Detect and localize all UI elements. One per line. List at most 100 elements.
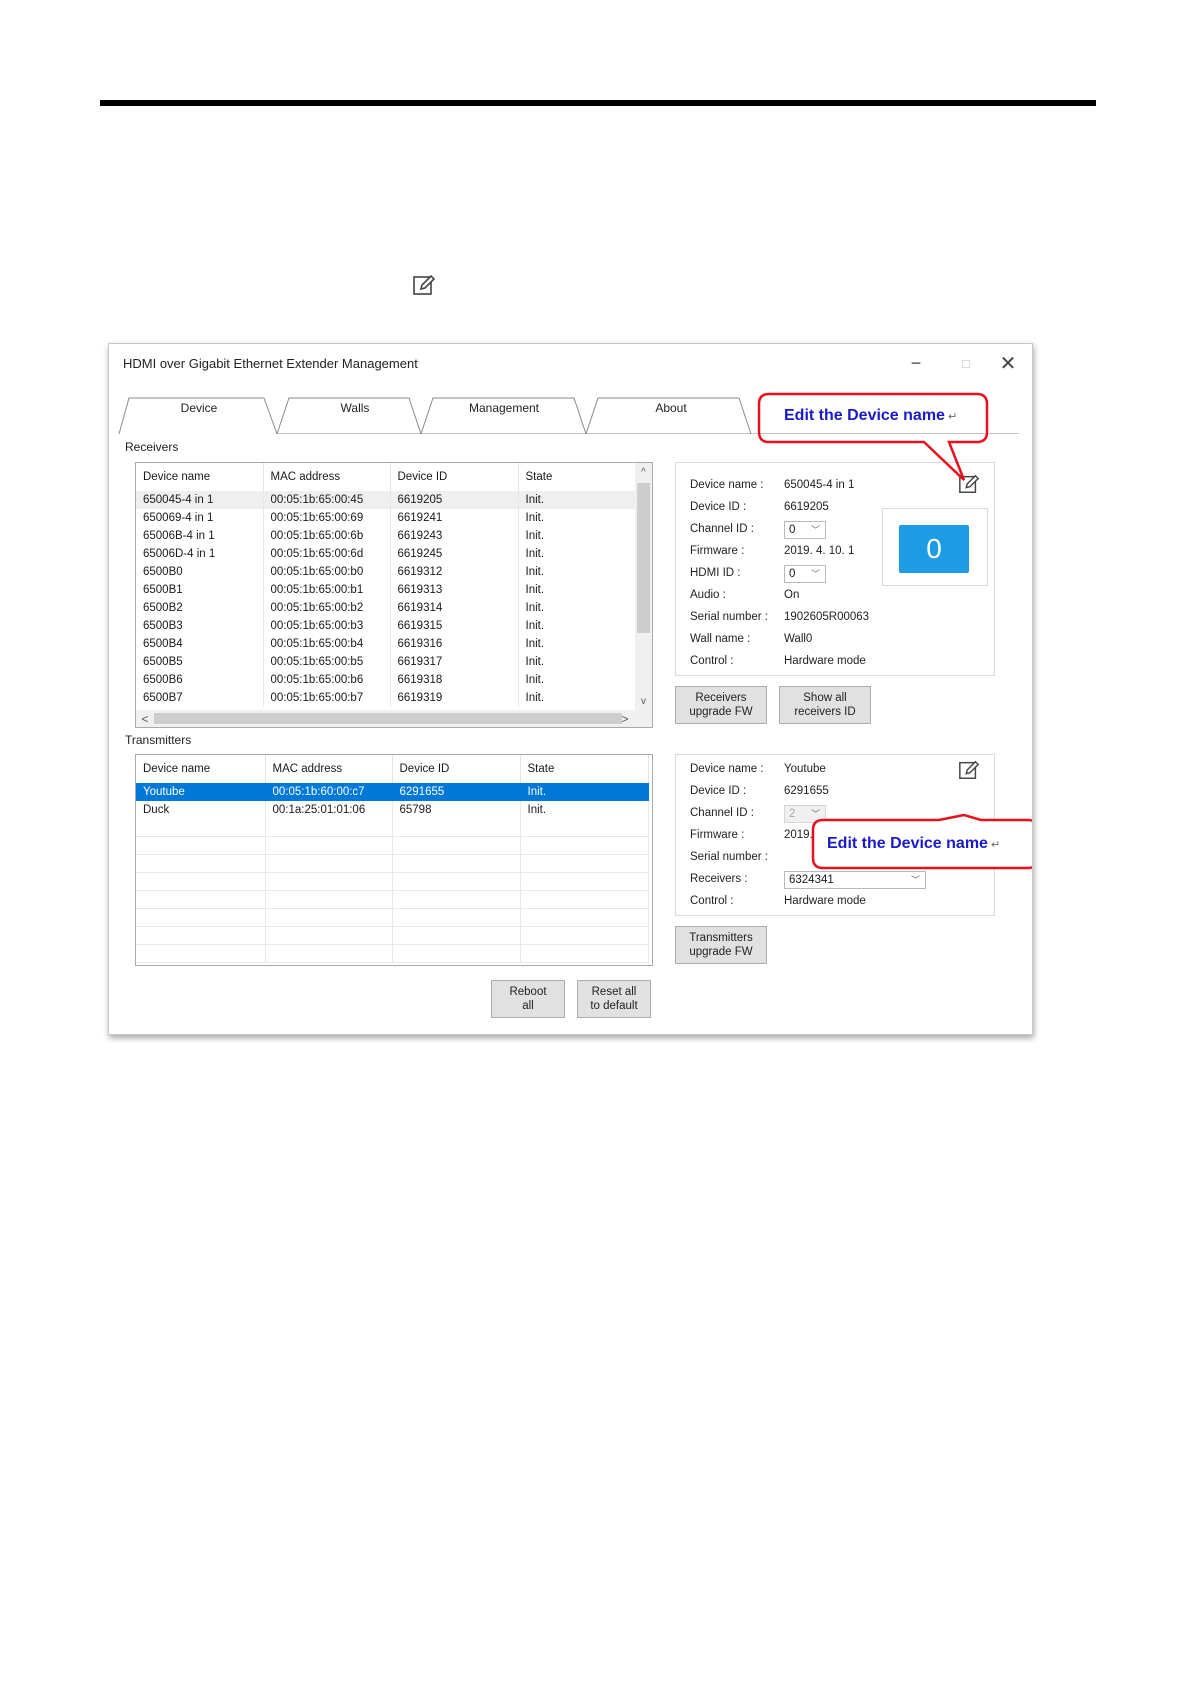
label-device-id: Device ID :	[690, 785, 747, 797]
column-header[interactable]: Device name	[136, 463, 264, 491]
empty-row	[136, 908, 649, 927]
column-header[interactable]: Device ID	[390, 463, 519, 491]
empty-cell	[136, 890, 266, 909]
column-header[interactable]: State	[520, 755, 649, 783]
table-cell: 00:05:1b:65:00:b2	[263, 599, 391, 617]
table-cell: 00:1a:25:01:01:06	[265, 801, 393, 819]
table-cell: 00:05:1b:65:00:b7	[263, 689, 391, 707]
table-row[interactable]: 6500B2 00:05:1b:65:00:b2 6619314 Init.	[136, 599, 636, 617]
minimize-icon[interactable]: −	[901, 350, 931, 376]
reboot-all-button[interactable]: Reboot all	[491, 980, 565, 1018]
label-firmware: Firmware :	[690, 829, 745, 841]
table-cell: 6500B3	[136, 617, 264, 635]
edit-device-name-icon[interactable]	[958, 759, 980, 781]
transmitters-grid[interactable]: Device name MAC address Device ID State …	[135, 754, 653, 966]
table-row[interactable]: 650069-4 in 1 00:05:1b:65:00:69 6619241 Ini…	[136, 509, 636, 527]
hdmi-id-value: 0	[789, 568, 796, 580]
table-row[interactable]: 6500B6 00:05:1b:65:00:b6 6619318 Init.	[136, 671, 636, 689]
label-channel-id: Channel ID :	[690, 807, 754, 819]
transmitters-upgrade-fw-button[interactable]: Transmitters upgrade FW	[675, 926, 767, 964]
table-cell: Init.	[518, 509, 636, 527]
table-row[interactable]: 650045-4 in 1 00:05:1b:65:00:45 6619205 Ini…	[136, 491, 636, 509]
show-all-receivers-id-button[interactable]: Show all receivers ID	[779, 686, 871, 724]
empty-cell	[265, 836, 393, 855]
edit-device-name-icon[interactable]	[958, 473, 980, 495]
reset-all-to-default-button[interactable]: Reset all to default	[577, 980, 651, 1018]
empty-cell	[392, 908, 521, 927]
empty-row	[136, 872, 649, 891]
receivers-upgrade-fw-button[interactable]: Receivers upgrade FW	[675, 686, 767, 724]
column-header[interactable]: Device ID	[392, 755, 521, 783]
empty-row	[136, 854, 649, 873]
empty-cell	[136, 926, 266, 945]
column-header[interactable]: MAC address	[265, 755, 393, 783]
table-row[interactable]: 6500B1 00:05:1b:65:00:b1 6619313 Init.	[136, 581, 636, 599]
receivers-select[interactable]: 6324341 ﹀	[784, 871, 926, 889]
receivers-grid[interactable]: Device name MAC address Device ID State …	[135, 462, 653, 728]
table-row[interactable]: 65006B-4 in 1 00:05:1b:65:00:6b 6619243 Ini…	[136, 527, 636, 545]
table-cell: 6291655	[392, 783, 521, 801]
button-label: receivers ID	[794, 706, 856, 718]
scroll-left-icon[interactable]: <	[136, 710, 154, 727]
table-row[interactable]: Duck 00:1a:25:01:01:06 65798 Init.	[136, 801, 649, 819]
column-header[interactable]: MAC address	[263, 463, 391, 491]
table-cell: 6619314	[390, 599, 519, 617]
receivers-vscrollbar[interactable]: ^ v	[635, 463, 652, 710]
table-cell: Init.	[518, 527, 636, 545]
label-device-name: Device name :	[690, 763, 764, 775]
table-cell: Youtube	[136, 783, 266, 801]
table-cell: Init.	[518, 653, 636, 671]
tab-management[interactable]: Management	[434, 401, 574, 415]
table-row[interactable]: 65006D-4 in 1 00:05:1b:65:00:6d 6619245 Ini…	[136, 545, 636, 563]
label-receivers: Receivers :	[690, 873, 748, 885]
close-icon[interactable]: ✕	[993, 350, 1023, 376]
table-cell: Init.	[518, 689, 636, 707]
table-row[interactable]: 6500B0 00:05:1b:65:00:b0 6619312 Init.	[136, 563, 636, 581]
table-cell: Init.	[520, 783, 649, 801]
table-cell: 6619245	[390, 545, 519, 563]
scroll-up-icon[interactable]: ^	[635, 463, 652, 481]
label-device-name: Device name :	[690, 479, 764, 491]
scroll-down-icon[interactable]: v	[635, 692, 652, 710]
table-row[interactable]: 6500B7 00:05:1b:65:00:b7 6619319 Init.	[136, 689, 636, 707]
table-row[interactable]: 6500B3 00:05:1b:65:00:b3 6619315 Init.	[136, 617, 636, 635]
empty-cell	[520, 819, 649, 837]
empty-row	[136, 926, 649, 945]
table-cell: 6500B6	[136, 671, 264, 689]
edit-icon	[413, 274, 436, 295]
maximize-icon[interactable]: □	[951, 350, 981, 376]
return-mark: ↵	[947, 411, 958, 423]
hdmi-id-select[interactable]: 0 ﹀	[784, 565, 826, 583]
scroll-thumb[interactable]	[637, 483, 650, 633]
receivers-hscrollbar[interactable]: < >	[136, 710, 652, 727]
table-cell: 650045-4 in 1	[136, 491, 264, 509]
tx-channel-id-select: 2 ﹀	[784, 805, 826, 823]
scroll-thumb[interactable]	[154, 713, 622, 724]
table-row[interactable]: 6500B5 00:05:1b:65:00:b5 6619317 Init.	[136, 653, 636, 671]
tab-about[interactable]: About	[601, 401, 741, 415]
label-control: Control :	[690, 895, 734, 907]
transmitters-table: Device name MAC address Device ID State …	[136, 755, 649, 963]
table-row[interactable]: Youtube 00:05:1b:60:00:c7 6291655 Init.	[136, 783, 649, 801]
label-control: Control :	[690, 655, 734, 667]
label-wall-name: Wall name :	[690, 633, 751, 645]
table-row[interactable]: 6500B4 00:05:1b:65:00:b4 6619316 Init.	[136, 635, 636, 653]
empty-cell	[520, 908, 649, 927]
label-hdmi-id: HDMI ID :	[690, 567, 741, 579]
column-header[interactable]: Device name	[136, 755, 266, 783]
empty-cell	[136, 872, 266, 891]
receiver-callout: Edit the Device name ↵	[784, 407, 957, 425]
transmitter-callout: Edit the Device name ↵	[827, 835, 1000, 853]
label-channel-id: Channel ID :	[690, 523, 754, 535]
scroll-right-icon[interactable]: >	[616, 710, 634, 727]
tab-device[interactable]: Device	[129, 401, 269, 415]
page-rule	[100, 100, 1096, 106]
column-header[interactable]: State	[518, 463, 636, 491]
receiver-detail-panel: Device name : 650045-4 in 1 Device ID : …	[675, 462, 995, 676]
tab-walls[interactable]: Walls	[285, 401, 425, 415]
empty-cell	[520, 926, 649, 945]
value-firmware: 2019. 4. 10. 1	[784, 545, 855, 557]
empty-cell	[136, 836, 266, 855]
empty-cell	[392, 926, 521, 945]
channel-id-select[interactable]: 0 ﹀	[784, 521, 826, 539]
